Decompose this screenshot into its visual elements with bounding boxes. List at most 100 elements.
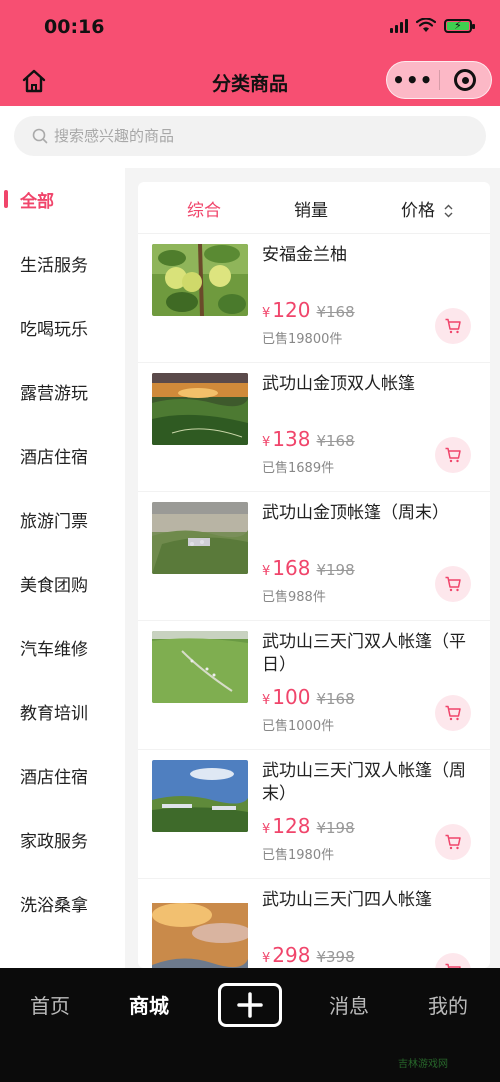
- cart-icon: [445, 576, 461, 592]
- cart-icon: [445, 318, 461, 334]
- price-row: ¥ 128 ¥198: [262, 814, 355, 838]
- sidebar-item-camping[interactable]: 露营游玩: [0, 371, 125, 411]
- watermark-logo: 吉林游戏网: [398, 1059, 448, 1070]
- currency-symbol: ¥: [262, 435, 271, 450]
- add-to-cart-button[interactable]: [435, 437, 471, 473]
- product-image-mountain-clouds[interactable]: [152, 889, 248, 968]
- sidebar-item-label: 教育培训: [20, 703, 88, 724]
- product-title: 武功山三天门四人帐篷: [262, 890, 432, 910]
- sidebar-item-food-fun[interactable]: 吃喝玩乐: [0, 307, 125, 347]
- price-row: ¥ 168 ¥198: [262, 556, 355, 580]
- add-to-cart-button[interactable]: [435, 566, 471, 602]
- tab-profile[interactable]: 我的: [428, 990, 468, 1019]
- currency-symbol: ¥: [262, 822, 271, 837]
- sidebar-item-label: 露营游玩: [20, 383, 88, 404]
- nav-bar: 分类商品 •••: [0, 55, 500, 106]
- product-panel: 综合 销量 价格 安福金兰柚 ¥ 120 ¥168 已售19800件 武功山金顶…: [138, 182, 490, 968]
- sold-count: 已售988件: [262, 590, 326, 605]
- product-card[interactable]: 武功山三天门四人帐篷 ¥ 298 ¥398: [138, 879, 490, 968]
- sort-tab-overall[interactable]: 综合: [187, 196, 221, 221]
- product-card[interactable]: 武功山金顶双人帐篷 ¥ 138 ¥168 已售1689件: [138, 363, 490, 492]
- product-image-mountain-sunset[interactable]: [152, 373, 248, 445]
- plus-icon: [237, 992, 263, 1018]
- product-title: 武功山金顶帐篷（周末）: [262, 503, 449, 523]
- sidebar-item-label: 洗浴桑拿: [20, 895, 88, 916]
- active-indicator: [4, 190, 8, 208]
- product-card[interactable]: 安福金兰柚 ¥ 120 ¥168 已售19800件: [138, 234, 490, 363]
- sort-tab-price[interactable]: 价格: [401, 196, 453, 221]
- sidebar-item-label: 酒店住宿: [20, 767, 88, 788]
- search-box[interactable]: [14, 116, 486, 156]
- product-image-mountain-aerial[interactable]: [152, 631, 248, 703]
- product-image-pomelo[interactable]: [152, 244, 248, 316]
- product-price: 168: [272, 556, 311, 580]
- currency-symbol: ¥: [262, 693, 271, 708]
- tab-home[interactable]: 首页: [30, 990, 70, 1019]
- sidebar-item-label: 全部: [20, 191, 54, 212]
- sidebar-item-education[interactable]: 教育培训: [0, 691, 125, 731]
- status-bar: 00:16 ⚡: [0, 0, 500, 55]
- product-title: 武功山三天门双人帐篷（周末）: [262, 761, 466, 804]
- currency-symbol: ¥: [262, 564, 271, 579]
- product-title: 安福金兰柚: [262, 245, 347, 265]
- original-price: ¥198: [316, 819, 355, 837]
- cart-icon: [445, 705, 461, 721]
- sort-tab-sales[interactable]: 销量: [294, 196, 328, 221]
- currency-symbol: ¥: [262, 306, 271, 321]
- search-icon: [32, 128, 48, 144]
- add-to-cart-button[interactable]: [435, 953, 471, 968]
- more-dots-icon[interactable]: •••: [387, 61, 439, 99]
- sold-count: 已售1689件: [262, 461, 335, 476]
- product-title: 武功山三天门双人帐篷（平日）: [262, 632, 466, 675]
- sidebar-item-label: 家政服务: [20, 831, 88, 852]
- product-card[interactable]: 武功山金顶帐篷（周末） ¥ 168 ¥198 已售988件: [138, 492, 490, 621]
- tab-messages[interactable]: 消息: [329, 990, 369, 1019]
- sidebar-item-food-deals[interactable]: 美食团购: [0, 563, 125, 603]
- add-to-cart-button[interactable]: [435, 824, 471, 860]
- original-price: ¥168: [316, 690, 355, 708]
- wifi-icon: [416, 18, 436, 32]
- sold-count: 已售1000件: [262, 719, 335, 734]
- sidebar-item-label: 美食团购: [20, 575, 88, 596]
- sidebar-item-housekeeping[interactable]: 家政服务: [0, 819, 125, 859]
- sidebar-item-life-services[interactable]: 生活服务: [0, 243, 125, 283]
- add-to-cart-button[interactable]: [435, 308, 471, 344]
- sidebar-item-car-repair[interactable]: 汽车维修: [0, 627, 125, 667]
- cart-icon: [445, 447, 461, 463]
- tab-mall[interactable]: 商城: [129, 990, 169, 1019]
- product-price: 298: [272, 943, 311, 967]
- product-image-mountain-tents[interactable]: [152, 502, 248, 574]
- signal-icon: [390, 18, 408, 33]
- product-card[interactable]: 武功山三天门双人帐篷（平日） ¥ 100 ¥168 已售1000件: [138, 621, 490, 750]
- sort-tab-price-label: 价格: [401, 201, 435, 221]
- product-price: 120: [272, 298, 311, 322]
- sidebar-item-spa[interactable]: 洗浴桑拿: [0, 883, 125, 923]
- sort-arrows-icon: [444, 204, 453, 218]
- original-price: ¥198: [316, 561, 355, 579]
- price-row: ¥ 138 ¥168: [262, 427, 355, 451]
- sidebar-item-label: 酒店住宿: [20, 447, 88, 468]
- product-price: 128: [272, 814, 311, 838]
- sidebar-item-hotels[interactable]: 酒店住宿: [0, 435, 125, 475]
- product-image-mountain-blue-sky[interactable]: [152, 760, 248, 832]
- product-price: 138: [272, 427, 311, 451]
- sidebar-item-label: 旅游门票: [20, 511, 88, 532]
- sidebar-item-label: 吃喝玩乐: [20, 319, 88, 340]
- sidebar-item-tickets[interactable]: 旅游门票: [0, 499, 125, 539]
- original-price: ¥168: [316, 303, 355, 321]
- publish-button[interactable]: [218, 983, 282, 1027]
- product-price: 100: [272, 685, 311, 709]
- sold-count: 已售1980件: [262, 848, 335, 863]
- battery-charging-icon: ⚡: [444, 18, 475, 33]
- price-row: ¥ 120 ¥168: [262, 298, 355, 322]
- status-icons: ⚡: [390, 18, 475, 33]
- price-row: ¥ 298 ¥398: [262, 943, 355, 967]
- add-to-cart-button[interactable]: [435, 695, 471, 731]
- search-bar: [0, 106, 500, 168]
- search-input[interactable]: [54, 127, 434, 145]
- sidebar-item-hotels-2[interactable]: 酒店住宿: [0, 755, 125, 795]
- sidebar-item-all[interactable]: 全部: [0, 179, 125, 219]
- close-target-icon[interactable]: [439, 69, 491, 91]
- product-card[interactable]: 武功山三天门双人帐篷（周末） ¥ 128 ¥198 已售1980件: [138, 750, 490, 879]
- price-row: ¥ 100 ¥168: [262, 685, 355, 709]
